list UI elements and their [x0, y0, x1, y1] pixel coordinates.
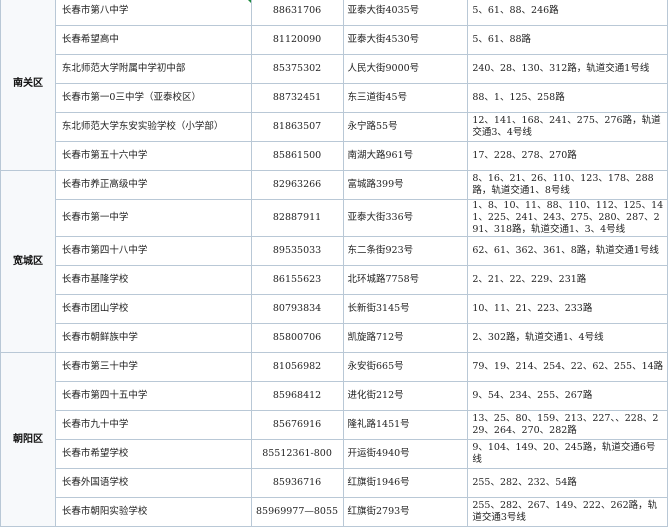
school-name-cell: 长春市第一中学 [54, 199, 252, 237]
phone-cell: 81056982 [250, 352, 344, 382]
bus-route-cell: 88、1、125、258路 [467, 83, 668, 113]
school-name-cell: 东北师范大学东安实验学校（小学部） [54, 112, 252, 142]
table-row: 长春市基隆学校 86155623 北环城路7758号 2、21、22、229、231路 [1, 265, 668, 295]
phone-cell: 85968412 [250, 381, 344, 411]
bus-route-cell: 240、28、130、312路，轨道交通1号线 [467, 54, 668, 84]
address-cell: 进化街212号 [342, 381, 469, 411]
school-name-cell: 长春市团山学校 [54, 294, 252, 324]
bus-route-cell: 8、16、21、26、110、123、178、288路，轨道交通1、8号线 [467, 170, 668, 200]
table-row: 长春市第五十六中学 85861500 南湖大路961号 17、228、278、270路 [1, 141, 668, 171]
address-cell: 东三道街45号 [342, 83, 469, 113]
phone-cell: 85676916 [250, 410, 344, 440]
table-row: 长春市朝阳实验学校 85969977—8055 红旗街2793号 255、282、26… [1, 497, 668, 527]
phone-cell: 82887911 [250, 199, 344, 237]
bus-route-cell: 79、19、214、254、22、62、255、14路 [467, 352, 668, 382]
address-cell: 长新街3145号 [342, 294, 469, 324]
bus-route-cell: 2、302路，轨道交通1、4号线 [467, 323, 668, 353]
table-row: 长春市第一0三中学（亚泰校区） 88732451 东三道街45号 88、1、125、2… [1, 83, 668, 113]
address-cell: 红旗街1946号 [342, 468, 469, 498]
school-name-cell: 长春市第八中学 [54, 0, 252, 26]
bus-route-cell: 10、11、21、223、233路 [467, 294, 668, 324]
table-row: 长春市希望学校 85512361-800 开运街4940号 9、104、149、20、… [1, 439, 668, 469]
bus-route-cell: 12、141、168、241、275、276路，轨道交通3、4号线 [467, 112, 668, 142]
school-name-cell: 长春市基隆学校 [54, 265, 252, 295]
bus-route-cell: 62、61、362、361、8路，轨道交通1号线 [467, 236, 668, 266]
phone-cell: 81863507 [250, 112, 344, 142]
address-cell: 亚泰大街336号 [342, 199, 469, 237]
phone-cell: 88732451 [250, 83, 344, 113]
phone-cell: 85800706 [250, 323, 344, 353]
phone-cell: 82963266 [250, 170, 344, 200]
phone-cell: 85969977—8055 [250, 497, 344, 527]
address-cell: 人民大街9000号 [342, 54, 469, 84]
table-row: 长春市九十中学 85676916 隆礼路1451号 13、25、80、159、213、… [1, 410, 668, 440]
school-name-cell: 长春市第三十中学 [54, 352, 252, 382]
bus-route-cell: 5、61、88、246路 [467, 0, 668, 26]
school-name-cell: 长春外国语学校 [54, 468, 252, 498]
phone-cell: 85512361-800 [250, 439, 344, 469]
school-name-cell: 长春市九十中学 [54, 410, 252, 440]
table-row: 长春市第四十五中学 85968412 进化街212号 9、54、234、255、267… [1, 381, 668, 411]
cell-comment-marker-icon [245, 0, 251, 3]
address-cell: 开运街4940号 [342, 439, 469, 469]
phone-cell: 85861500 [250, 141, 344, 171]
address-cell: 凯旋路712号 [342, 323, 469, 353]
school-name-cell: 东北师范大学附属中学初中部 [54, 54, 252, 84]
school-name-cell: 长春市朝鲜族中学 [54, 323, 252, 353]
school-name-cell: 长春市朝阳实验学校 [54, 497, 252, 527]
address-cell: 东二条街923号 [342, 236, 469, 266]
table-row: 长春市团山学校 80793834 长新街3145号 10、11、21、223、233路 [1, 294, 668, 324]
phone-cell: 88631706 [250, 0, 344, 26]
district-cell: 宽城区 [0, 170, 56, 353]
table-row: 长春希望高中 81120090 亚泰大街4530号 5、61、88路 [1, 25, 668, 55]
bus-route-cell: 5、61、88路 [467, 25, 668, 55]
table-row: 南关区 长春市第八中学 88631706 亚泰大街4035号 5、61、88、246路 [0, 0, 668, 171]
bus-route-cell: 9、104、149、20、245路，轨道交通6号线 [467, 439, 668, 469]
phone-cell: 81120090 [250, 25, 344, 55]
phone-cell: 85375302 [250, 54, 344, 84]
table-row: 长春外国语学校 85936716 红旗街1946号 255、282、232、54路 [1, 468, 668, 498]
school-name-cell: 长春市养正高级中学 [54, 170, 252, 200]
bus-route-cell: 13、25、80、159、213、227、、228、229、264、270、28… [467, 410, 668, 440]
school-table-body: 南关区 长春市第八中学 88631706 亚泰大街4035号 5、61、88、246路长… [0, 0, 668, 527]
school-name-cell: 长春市第四十八中学 [54, 236, 252, 266]
school-name-cell: 长春市第一0三中学（亚泰校区） [54, 83, 252, 113]
school-name-cell: 长春市希望学校 [54, 439, 252, 469]
school-table: 南关区 长春市第八中学 88631706 亚泰大街4035号 5、61、88、246路长… [0, 0, 668, 527]
bus-route-cell: 9、54、234、255、267路 [467, 381, 668, 411]
bus-route-cell: 255、282、232、54路 [467, 468, 668, 498]
bus-route-cell: 255、282、267、149、222、262路，轨道交通3号线 [467, 497, 668, 527]
table-row: 朝阳区 长春市第三十中学 81056982 永安街665号 79、19、214、254、… [0, 352, 668, 527]
school-name-cell: 长春希望高中 [54, 25, 252, 55]
bus-route-cell: 1、8、10、11、88、110、112、125、141、225、241、243… [467, 199, 668, 237]
address-cell: 隆礼路1451号 [342, 410, 469, 440]
phone-cell: 85936716 [250, 468, 344, 498]
address-cell: 永宁路55号 [342, 112, 469, 142]
address-cell: 亚泰大街4530号 [342, 25, 469, 55]
table-row: 东北师范大学东安实验学校（小学部） 81863507 永宁路55号 12、141、16… [1, 112, 668, 142]
bus-route-cell: 17、228、278、270路 [467, 141, 668, 171]
phone-cell: 80793834 [250, 294, 344, 324]
table-row: 宽城区 长春市养正高级中学 82963266 富城路399号 8、16、21、26、11… [0, 170, 668, 353]
phone-cell: 86155623 [250, 265, 344, 295]
table-row: 东北师范大学附属中学初中部 85375302 人民大街9000号 240、28、130… [1, 54, 668, 84]
table-row: 长春市第四十八中学 89535033 东二条街923号 62、61、362、361、8… [1, 236, 668, 266]
address-cell: 富城路399号 [342, 170, 469, 200]
table-row: 长春市第一中学 82887911 亚泰大街336号 1、8、10、11、88、110、… [1, 199, 668, 237]
school-name-cell: 长春市第四十五中学 [54, 381, 252, 411]
district-cell: 朝阳区 [0, 352, 56, 527]
school-name-cell: 长春市第五十六中学 [54, 141, 252, 171]
address-cell: 永安街665号 [342, 352, 469, 382]
address-cell: 北环城路7758号 [342, 265, 469, 295]
phone-cell: 89535033 [250, 236, 344, 266]
table-row: 长春市朝鲜族中学 85800706 凯旋路712号 2、302路，轨道交通1、4号线 [1, 323, 668, 353]
bus-route-cell: 2、21、22、229、231路 [467, 265, 668, 295]
address-cell: 亚泰大街4035号 [342, 0, 469, 26]
district-cell: 南关区 [0, 0, 56, 171]
address-cell: 红旗街2793号 [342, 497, 469, 527]
address-cell: 南湖大路961号 [342, 141, 469, 171]
